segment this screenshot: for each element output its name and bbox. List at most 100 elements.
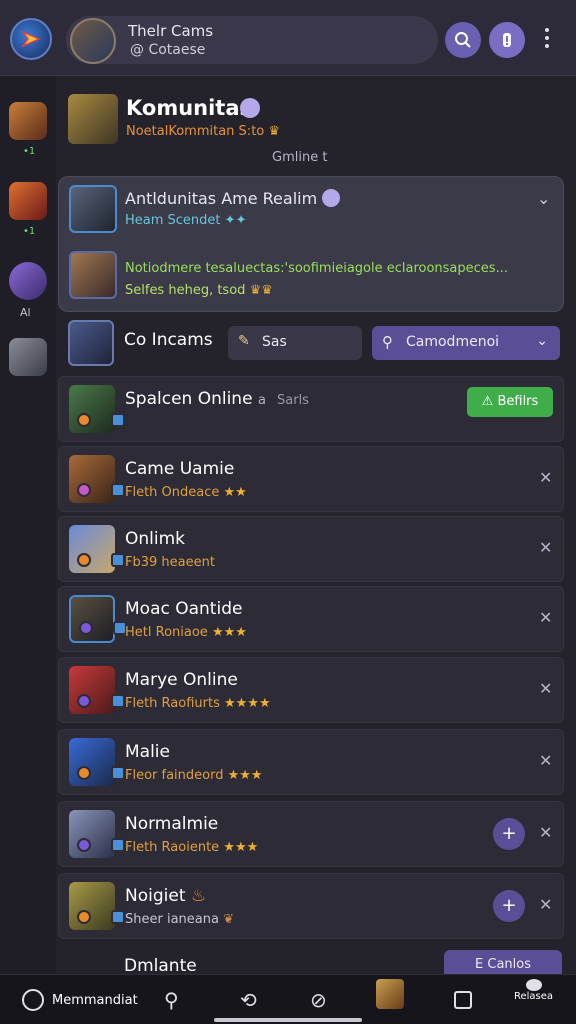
nav-profile[interactable] bbox=[376, 979, 404, 1009]
avatar bbox=[376, 979, 404, 1009]
item-name: Onlimk bbox=[125, 529, 186, 549]
nav-search[interactable]: ⚲ bbox=[164, 985, 179, 1015]
message-avatar bbox=[69, 251, 117, 299]
category-select[interactable]: ⚲ Camodmenoi ⌄ bbox=[372, 326, 560, 360]
nav-windows[interactable] bbox=[454, 985, 472, 1015]
profile-pill[interactable]: Thelr Cams @ Cotaese bbox=[66, 16, 438, 64]
item-avatar bbox=[69, 595, 127, 643]
item-avatar bbox=[69, 385, 125, 433]
platform-badge bbox=[111, 553, 125, 567]
more-menu-icon[interactable] bbox=[540, 28, 554, 52]
item-tag: Sarls bbox=[277, 393, 309, 408]
list-item[interactable]: Malie Fleor faindeord ★★★ ✕ bbox=[58, 729, 564, 795]
message-preview: Notiodmere tesaluectas:'soofimieiagole e… bbox=[125, 261, 508, 276]
profile-handle: @ Cotaese bbox=[130, 42, 206, 58]
search-icon bbox=[455, 32, 471, 48]
platform-badge bbox=[111, 910, 125, 924]
list-item[interactable]: Noigiet ♨ Sheer ianeana ❦ + ✕ bbox=[58, 873, 564, 939]
leaf-icon: ❦ bbox=[223, 912, 234, 927]
item-subtitle: Fleth Ondeace ★★ bbox=[125, 485, 247, 500]
item-name: Marye Online bbox=[125, 670, 238, 690]
nav-link[interactable]: ⟲ bbox=[240, 985, 257, 1015]
close-icon[interactable]: ✕ bbox=[539, 751, 552, 770]
edit-button-label: Sas bbox=[262, 334, 287, 350]
item-name: Came Uamie bbox=[125, 459, 235, 479]
close-icon[interactable]: ✕ bbox=[539, 468, 552, 487]
item-avatar bbox=[69, 525, 125, 573]
rail-server-avatar[interactable] bbox=[9, 102, 47, 140]
list-item[interactable]: Onlimk Fb39 heaeent ✕ bbox=[58, 516, 564, 582]
item-name: Malie bbox=[125, 742, 170, 762]
list-item[interactable]: Spalcen Online a Sarls ⚠ Befilrs bbox=[58, 376, 564, 442]
app-logo[interactable] bbox=[10, 18, 52, 60]
item-avatar bbox=[69, 738, 125, 786]
close-icon[interactable]: ✕ bbox=[539, 538, 552, 557]
status-badge bbox=[77, 766, 91, 780]
alert-button[interactable] bbox=[489, 22, 525, 58]
status-badge bbox=[77, 553, 91, 567]
section-title: Co Incams bbox=[124, 330, 213, 350]
rail-server-avatar[interactable] bbox=[9, 262, 47, 300]
chevron-down-icon[interactable]: ⌄ bbox=[537, 189, 550, 208]
filter-row: Co Incams ✎ Sas ⚲ Camodmenoi ⌄ bbox=[66, 318, 566, 370]
platform-badge bbox=[111, 413, 125, 427]
list-item[interactable]: Came Uamie Fleth Ondeace ★★ ✕ bbox=[58, 446, 564, 512]
item-name: Noigiet ♨ bbox=[125, 886, 207, 906]
status-badge bbox=[77, 483, 91, 497]
platform-badge bbox=[111, 483, 125, 497]
avatar bbox=[70, 18, 116, 64]
nav-release[interactable]: Relasea bbox=[514, 979, 553, 1009]
pencil-icon: ✎ bbox=[238, 333, 250, 349]
search-icon: ⚲ bbox=[382, 333, 393, 351]
platform-badge bbox=[111, 838, 125, 852]
edit-button[interactable]: ✎ Sas bbox=[228, 326, 362, 360]
join-button[interactable]: ⚠ Befilrs bbox=[467, 387, 553, 417]
search-button[interactable] bbox=[445, 22, 481, 58]
crown-icon: ♛ bbox=[268, 124, 281, 139]
list-item-partial[interactable]: Dmlante E Canlos bbox=[58, 944, 564, 978]
item-subtitle: Hetl Roniaoe ★★★ bbox=[125, 625, 247, 640]
community-title: Komunitas bbox=[126, 96, 253, 120]
add-button[interactable]: + bbox=[493, 890, 525, 922]
home-indicator bbox=[214, 1018, 362, 1022]
group-avatar bbox=[68, 320, 114, 366]
nav-release-label: Relasea bbox=[514, 991, 554, 1002]
status-badge bbox=[77, 413, 91, 427]
status-badge bbox=[77, 838, 91, 852]
clock-icon bbox=[22, 989, 44, 1011]
platform-badge bbox=[111, 766, 125, 780]
rail-label: Al bbox=[20, 306, 31, 319]
community-subtitle: NoetalKommitan S:to ♛ bbox=[126, 124, 281, 139]
status-badge bbox=[77, 910, 91, 924]
item-avatar bbox=[69, 666, 125, 714]
item-subtitle: Fb39 heaeent bbox=[125, 555, 215, 570]
logo-icon bbox=[20, 30, 41, 48]
add-button[interactable]: + bbox=[493, 818, 525, 850]
list-item[interactable]: Marye Online Fleth Raofiurts ★★★★ ✕ bbox=[58, 657, 564, 723]
close-icon[interactable]: ✕ bbox=[539, 679, 552, 698]
link-icon: ⟲ bbox=[240, 988, 257, 1012]
globe-icon bbox=[322, 189, 341, 207]
close-icon[interactable]: ✕ bbox=[539, 608, 552, 627]
status-badge bbox=[77, 694, 91, 708]
close-icon[interactable]: ✕ bbox=[539, 823, 552, 842]
item-avatar bbox=[69, 810, 125, 858]
platform-badge bbox=[111, 694, 125, 708]
expanded-chat-card[interactable]: Antldunitas Ame Realim Heam Scendet ✦✦ ⌄… bbox=[58, 176, 564, 312]
alert-icon bbox=[503, 33, 511, 47]
server-rail: •1 •1 Al bbox=[0, 76, 56, 976]
item-subtitle: Fleth Raofiurts ★★★★ bbox=[125, 696, 271, 711]
community-avatar bbox=[68, 94, 118, 144]
list-item[interactable]: Moac Oantide Hetl Roniaoe ★★★ ✕ bbox=[58, 586, 564, 652]
star-icon: ✦✦ bbox=[224, 213, 247, 228]
rail-server-avatar[interactable] bbox=[9, 338, 47, 376]
item-avatar bbox=[69, 882, 125, 930]
nav-home-label: Memmandiat bbox=[52, 992, 138, 1008]
community-header[interactable]: Komunitas NoetalKommitan S:to ♛ Gmline t bbox=[66, 90, 566, 170]
nav-home[interactable]: Memmandiat bbox=[22, 985, 138, 1015]
close-icon[interactable]: ✕ bbox=[539, 895, 552, 914]
fire-icon: ♨ bbox=[190, 886, 207, 906]
nav-activity[interactable]: ⊘ bbox=[310, 985, 327, 1015]
list-item[interactable]: Normalmie Fleth Raoiente ★★★ + ✕ bbox=[58, 801, 564, 867]
rail-server-avatar[interactable] bbox=[9, 182, 47, 220]
